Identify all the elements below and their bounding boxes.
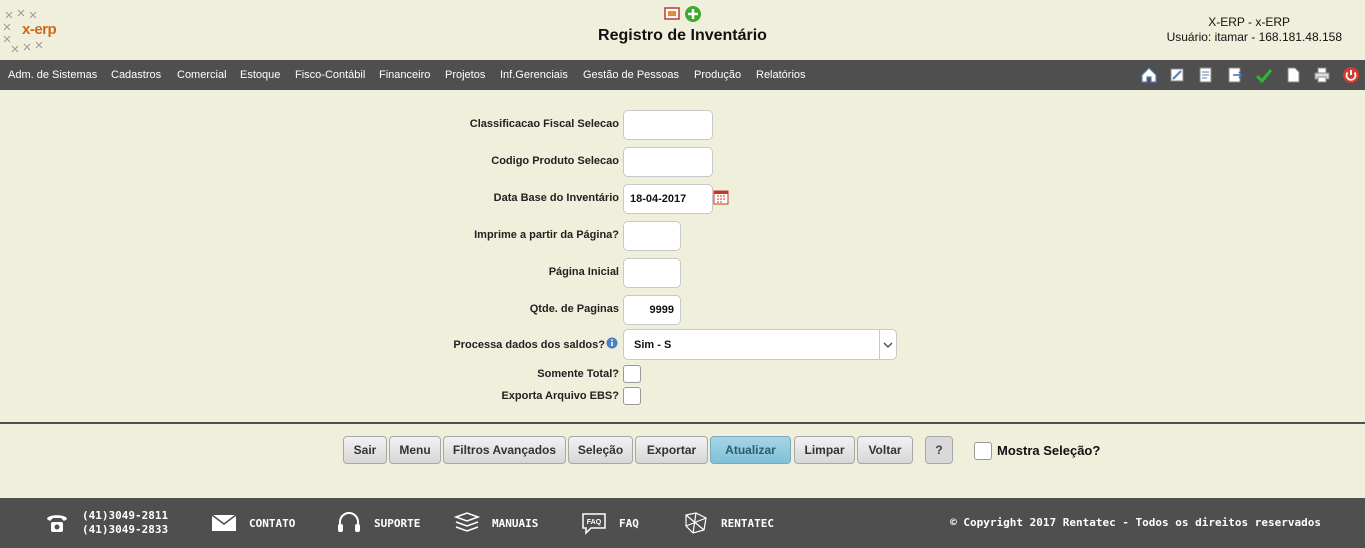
mostra-selecao-checkbox[interactable]	[974, 442, 992, 460]
help-button[interactable]: ?	[925, 436, 953, 464]
svg-text:FAQ: FAQ	[587, 519, 602, 526]
telephone-icon	[47, 515, 67, 532]
limpar-button[interactable]: Limpar	[794, 436, 855, 464]
footer-manuais[interactable]: MANUAIS	[454, 498, 538, 548]
header-actions	[664, 5, 704, 23]
processa-saldos-select[interactable]: Sim - S	[623, 329, 897, 360]
processa-saldos-value: Sim - S	[634, 338, 672, 351]
menu-comercial[interactable]: Comercial	[177, 60, 227, 90]
selecao-button[interactable]: Seleção	[568, 436, 633, 464]
footer-rentatec[interactable]: RENTATEC	[683, 498, 774, 548]
pagina-inicial-input[interactable]	[623, 258, 681, 288]
filtros-avancados-button[interactable]: Filtros Avançados	[443, 436, 566, 464]
books-icon	[454, 512, 480, 532]
add-icon[interactable]	[685, 6, 701, 22]
edit-icon[interactable]	[1168, 66, 1186, 84]
menu-projetos[interactable]: Projetos	[445, 60, 485, 90]
pagina-inicial-label: Página Inicial	[548, 266, 619, 278]
exporta-ebs-label: Exporta Arquivo EBS?	[501, 390, 619, 402]
new-document-icon[interactable]	[1284, 66, 1302, 84]
footer-faq[interactable]: FAQ FAQ	[581, 498, 639, 548]
sair-button[interactable]: Sair	[343, 436, 387, 464]
menu-estoque[interactable]: Estoque	[240, 60, 280, 90]
contato-label: CONTATO	[249, 516, 296, 530]
codigo-produto-input[interactable]	[623, 147, 713, 177]
home-icon[interactable]	[1140, 66, 1158, 84]
phone-1: (41)3049-2811	[82, 509, 169, 522]
faq-label: FAQ	[619, 516, 639, 530]
menu-fisco-contabil[interactable]: Fisco-Contábil	[295, 60, 365, 90]
voltar-button[interactable]: Voltar	[857, 436, 913, 464]
headset-icon	[338, 512, 360, 532]
copyright: © Copyright 2017 Rentatec - Todos os dir…	[950, 516, 1321, 529]
menu-producao[interactable]: Produção	[694, 60, 741, 90]
document-edit-icon[interactable]	[1197, 66, 1215, 84]
menu-adm-sistemas[interactable]: Adm. de Sistemas	[8, 60, 97, 90]
header: x-erp Registro de Inventário X-ERP - x-E…	[0, 0, 1365, 60]
suporte-label: SUPORTE	[374, 516, 421, 530]
manuais-label: MANUAIS	[492, 516, 539, 530]
calendar-icon[interactable]	[713, 189, 729, 205]
qtde-paginas-label: Qtde. de Paginas	[529, 303, 619, 315]
phone-2: (41)3049-2833	[82, 523, 169, 536]
page-title: Registro de Inventário	[598, 27, 767, 44]
classificacao-fiscal-label: Classificacao Fiscal Selecao	[469, 118, 619, 130]
check-icon[interactable]	[1255, 66, 1273, 84]
main-menu-bar: Adm. de Sistemas Cadastros Comercial Est…	[0, 60, 1365, 90]
print-icon[interactable]	[1313, 66, 1331, 84]
footer-contato[interactable]: CONTATO	[211, 498, 295, 548]
codigo-produto-label: Codigo Produto Selecao	[491, 155, 619, 167]
footer: (41)3049-2811 (41)3049-2833 CONTATO SUPO…	[0, 498, 1365, 548]
imprime-pagina-input[interactable]	[623, 221, 681, 251]
processa-saldos-label: Processa dados dos saldos?	[453, 339, 605, 351]
classificacao-fiscal-input[interactable]	[623, 110, 713, 140]
exporta-ebs-checkbox[interactable]	[623, 387, 641, 405]
data-base-label: Data Base do Inventário	[493, 192, 619, 204]
app-name: X-ERP - x-ERP	[1208, 15, 1290, 29]
export-icon[interactable]	[1226, 66, 1244, 84]
info-icon[interactable]	[606, 337, 618, 349]
divider	[0, 422, 1365, 424]
power-icon[interactable]	[1342, 66, 1360, 84]
menu-inf-gerenciais[interactable]: Inf.Gerenciais	[500, 60, 568, 90]
somente-total-label: Somente Total?	[537, 368, 619, 380]
menu-financeiro[interactable]: Financeiro	[379, 60, 430, 90]
user-info: Usuário: itamar - 168.181.48.158	[1166, 30, 1342, 44]
menu-button[interactable]: Menu	[389, 436, 441, 464]
faq-icon: FAQ	[582, 513, 606, 535]
footer-phone[interactable]: (41)3049-2811 (41)3049-2833	[44, 498, 168, 548]
somente-total-checkbox[interactable]	[623, 365, 641, 383]
data-base-input[interactable]: 18-04-2017	[623, 184, 713, 214]
network-icon	[685, 512, 707, 534]
mostra-selecao-label: Mostra Seleção?	[997, 443, 1101, 458]
menu-relatorios[interactable]: Relatórios	[756, 60, 806, 90]
envelope-icon	[211, 514, 237, 531]
qtde-paginas-input[interactable]: 9999	[623, 295, 681, 325]
open-document-icon[interactable]	[664, 7, 680, 20]
imprime-pagina-label: Imprime a partir da Página?	[474, 229, 619, 241]
atualizar-button[interactable]: Atualizar	[710, 436, 791, 464]
chevron-down-icon[interactable]	[879, 330, 896, 359]
menu-gestao-pessoas[interactable]: Gestão de Pessoas	[583, 60, 679, 90]
rentatec-label: RENTATEC	[721, 516, 774, 530]
footer-suporte[interactable]: SUPORTE	[336, 498, 420, 548]
exportar-button[interactable]: Exportar	[635, 436, 708, 464]
menu-cadastros[interactable]: Cadastros	[111, 60, 161, 90]
